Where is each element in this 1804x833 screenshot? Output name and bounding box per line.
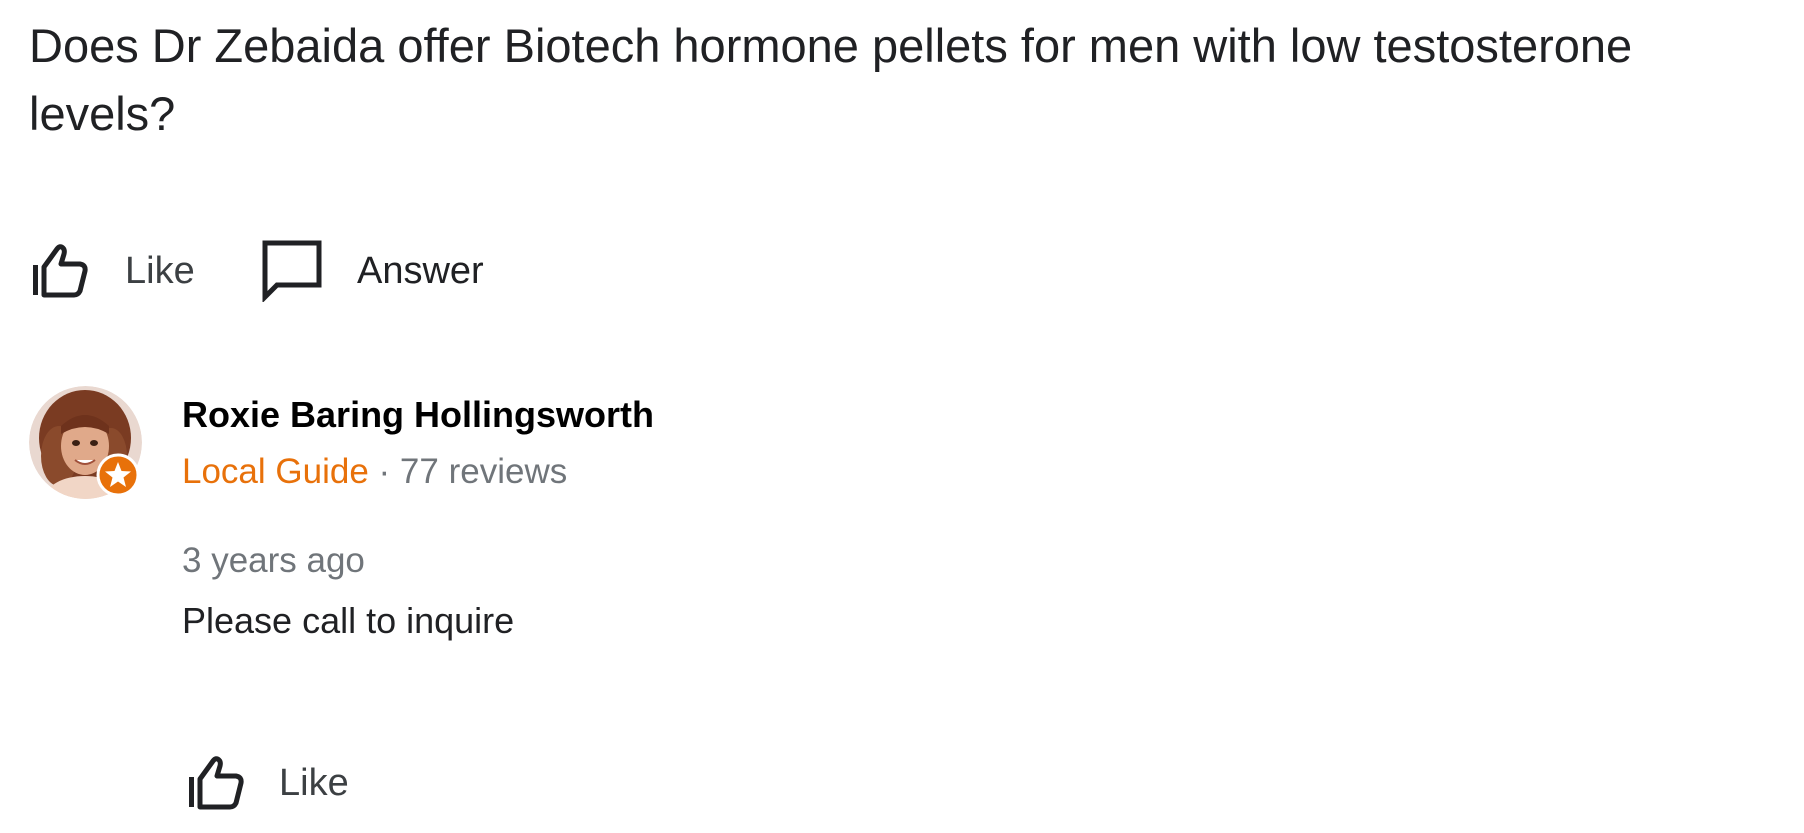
local-guide-badge[interactable]: Local Guide xyxy=(182,452,369,491)
answer-text: Please call to inquire xyxy=(182,600,515,641)
thumbs-up-icon xyxy=(186,755,246,811)
answer-like-button[interactable]: Like xyxy=(186,752,349,814)
answer-timestamp: 3 years ago xyxy=(182,541,365,580)
local-guide-star-icon xyxy=(96,453,140,497)
meta-separator: · xyxy=(378,452,391,491)
question-like-label: Like xyxy=(125,249,195,292)
question-like-button[interactable]: Like xyxy=(30,240,195,302)
avatar[interactable] xyxy=(29,386,142,499)
author-meta: Local Guide · 77 reviews xyxy=(182,452,567,492)
review-count[interactable]: 77 reviews xyxy=(400,452,567,491)
question-text: Does Dr Zebaida offer Biotech hormone pe… xyxy=(29,19,1633,140)
author-name[interactable]: Roxie Baring Hollingsworth xyxy=(182,394,654,436)
answer-label: Answer xyxy=(357,249,484,292)
comment-icon xyxy=(262,240,322,302)
answer-button[interactable]: Answer xyxy=(262,240,484,302)
thumbs-up-icon xyxy=(30,243,90,299)
answer-like-label: Like xyxy=(279,761,349,804)
